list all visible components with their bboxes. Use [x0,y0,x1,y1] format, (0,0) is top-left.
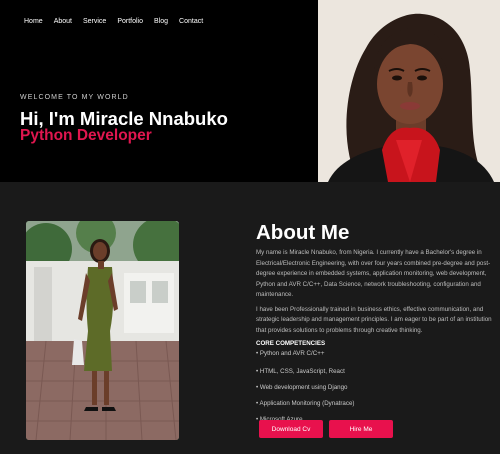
competency-item: • Web development using Django [256,384,348,391]
competency-item: • HTML, CSS, JavaScript, React [256,368,345,375]
hire-me-button[interactable]: Hire Me [329,420,393,438]
main-nav: Home About Service Portfolio Blog Contac… [24,18,203,25]
competency-item: • Application Monitoring (Dynatrace) [256,400,355,407]
download-cv-button[interactable]: Download Cv [259,420,323,438]
about-paragraph-2: I have been Professionally trained in bu… [256,305,492,334]
nav-service[interactable]: Service [83,18,106,25]
hero-welcome: WELCOME TO MY WORLD [20,94,129,101]
about-paragraph-1: My name is Miracle Nnabuko, from Nigeria… [256,249,491,298]
nav-portfolio[interactable]: Portfolio [117,18,143,25]
nav-home[interactable]: Home [24,18,43,25]
nav-blog[interactable]: Blog [154,18,168,25]
nav-contact[interactable]: Contact [179,18,203,25]
competency-item: • Python and AVR C/C++ [256,350,325,357]
about-heading: About Me [256,221,350,244]
about-section: About Me My name is Miracle Nnabuko, fro… [256,222,492,431]
profile-portrait [318,0,500,182]
nav-about[interactable]: About [54,18,72,25]
about-photo [26,221,179,440]
competencies-list: • Python and AVR C/C++ • HTML, CSS, Java… [256,349,492,425]
hero-role: Python Developer [20,127,152,144]
competencies-heading: CORE COMPETENCIES [256,340,326,347]
